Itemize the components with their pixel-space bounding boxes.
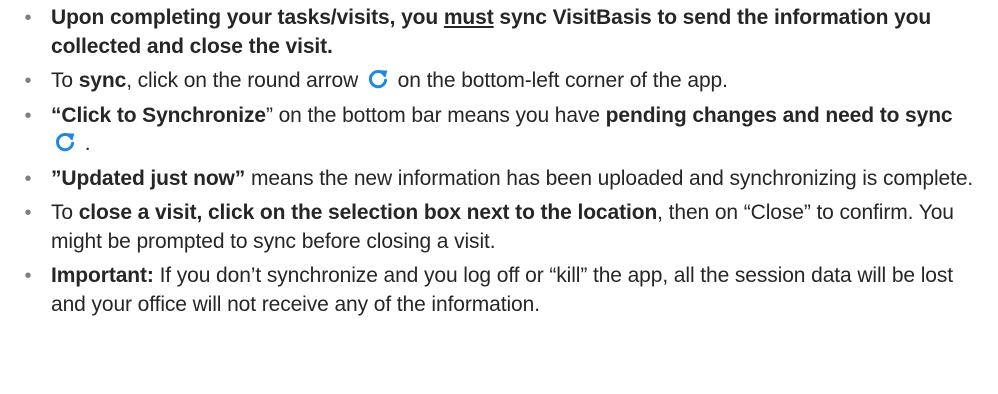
list-item: • To sync, click on the round arrow on t… bbox=[18, 67, 984, 96]
bullet-point: • bbox=[24, 265, 32, 287]
bullet-point: • bbox=[24, 70, 32, 92]
list-item: • Important: If you don’t synchronize an… bbox=[18, 262, 984, 319]
instruction-list: • Upon completing your tasks/visits, you… bbox=[18, 4, 984, 319]
item-text: Upon completing your tasks/visits, you m… bbox=[51, 6, 932, 58]
sync-icon bbox=[368, 70, 388, 89]
list-item: • Upon completing your tasks/visits, you… bbox=[18, 4, 984, 61]
bullet-point: • bbox=[24, 202, 32, 224]
list-item: • ”Updated just now” means the new infor… bbox=[18, 165, 984, 194]
sync-icon bbox=[55, 133, 75, 152]
emphasis-must: must bbox=[443, 6, 494, 29]
bullet-point: • bbox=[24, 104, 32, 127]
list-item: • To close a visit, click on the selecti… bbox=[18, 199, 984, 256]
list-item: • “Click to Synchronize” on the bottom b… bbox=[18, 102, 984, 159]
bullet-point: • bbox=[24, 167, 32, 190]
slide: • Upon completing your tasks/visits, you… bbox=[0, 0, 998, 394]
bullet-point: • bbox=[24, 7, 32, 29]
